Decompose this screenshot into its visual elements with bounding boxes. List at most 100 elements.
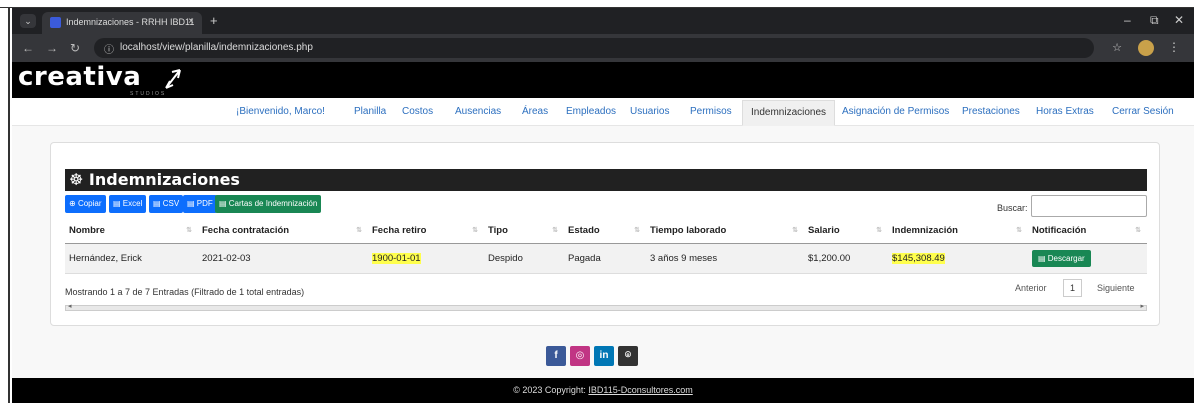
browser-window: ⌄ Indemnizaciones - RRHH IBD11 × + – ⧉ ✕… [12, 8, 1194, 403]
col-tiempo-laborado[interactable]: Tiempo laborado ⇅ [646, 219, 804, 244]
col-estado[interactable]: Estado ⇅ [564, 219, 646, 244]
col-nombre[interactable]: Nombre ⇅ [65, 219, 198, 244]
indemnizaciones-card: ☸ Indemnizaciones ⊕ Copiar ▤ Excel ▤ CSV… [50, 142, 1160, 326]
github-icon[interactable]: ⌾ [618, 346, 638, 366]
rocket-logo-icon [165, 69, 181, 89]
search-label: Buscar: [997, 203, 1028, 213]
copy-button[interactable]: ⊕ Copiar [65, 195, 106, 213]
facebook-icon[interactable]: f [546, 346, 566, 366]
footer: © 2023 Copyright: IBD115-Dconsultores.co… [12, 378, 1194, 403]
excel-button[interactable]: ▤ Excel [109, 195, 147, 213]
indemnizaciones-table: Nombre ⇅ Fecha contratación ⇅ Fecha retiro… [65, 219, 1147, 274]
nav-empleados[interactable]: Empleados [566, 106, 616, 117]
scroll-right-icon[interactable]: ▸ [1140, 302, 1144, 310]
col-notificacion-label: Notificación [1032, 225, 1087, 237]
sort-icon: ⇅ [792, 227, 798, 234]
nav-planilla[interactable]: Planilla [354, 106, 386, 117]
scroll-left-icon[interactable]: ◂ [68, 302, 72, 310]
col-estado-label: Estado [568, 225, 600, 237]
pdf-label: PDF [196, 199, 213, 208]
cell-notificacion: ▤ Descargar [1028, 243, 1147, 274]
download-label: Descargar [1047, 253, 1085, 263]
site-logo[interactable]: creativa [18, 62, 141, 92]
pagination-page[interactable]: 1 [1063, 279, 1083, 297]
reload-icon[interactable]: ↻ [70, 41, 80, 55]
tab-search-icon[interactable]: ⌄ [20, 14, 36, 28]
copy-label: Copiar [77, 199, 102, 208]
nav-ausencias[interactable]: Ausencias [455, 106, 501, 117]
nav-costos[interactable]: Costos [402, 106, 433, 117]
sort-icon: ⇅ [1135, 227, 1141, 234]
site-header: creativa STUDIOS [12, 62, 1194, 98]
copyright-link[interactable]: IBD115-Dconsultores.com [588, 385, 692, 395]
nav-cerrar-sesion[interactable]: Cerrar Sesión [1112, 106, 1174, 117]
col-fecha-retiro[interactable]: Fecha retiro ⇅ [368, 219, 484, 244]
table-info: Mostrando 1 a 7 de 7 Entradas (Filtrado … [65, 287, 305, 297]
sort-icon: ⇅ [552, 227, 558, 234]
address-bar: ← → ↻ ⓘ localhost/view/planilla/indemniz… [12, 34, 1194, 62]
col-tiempo-label: Tiempo laborado [650, 225, 727, 237]
forward-icon[interactable]: → [46, 41, 58, 55]
site-info-icon[interactable]: ⓘ [104, 41, 114, 56]
top-strip [0, 0, 1194, 8]
bookmark-star-icon[interactable]: ☆ [1112, 41, 1122, 54]
col-salario[interactable]: Salario ⇅ [804, 219, 888, 244]
col-fecha-contratacion[interactable]: Fecha contratación ⇅ [198, 219, 368, 244]
nav-indemnizaciones[interactable]: Indemnizaciones [742, 100, 836, 126]
page-title: ☸ Indemnizaciones [65, 169, 1147, 191]
col-tipo[interactable]: Tipo ⇅ [484, 219, 564, 244]
sort-icon: ⇅ [1016, 227, 1022, 234]
browser-menu-icon[interactable]: ⋮ [1168, 40, 1180, 54]
url-text: localhost/view/planilla/indemnizaciones.… [120, 42, 313, 53]
cartas-indemnizacion-button[interactable]: ▤ Cartas de Indemnización [215, 195, 322, 213]
nav-permisos[interactable]: Permisos [690, 106, 732, 117]
fecha-retiro-highlight: 1900-01-01 [372, 252, 421, 264]
pagination-previous[interactable]: Anterior [1015, 283, 1047, 293]
close-window-icon[interactable]: ✕ [1174, 13, 1184, 27]
tab-bar: ⌄ Indemnizaciones - RRHH IBD11 × + – ⧉ ✕ [12, 8, 1194, 34]
cell-fecha-retiro: 1900-01-01 [368, 243, 484, 274]
nav-usuarios[interactable]: Usuarios [630, 106, 669, 117]
col-indemnizacion[interactable]: Indemnización ⇅ [888, 219, 1028, 244]
download-button[interactable]: ▤ Descargar [1032, 249, 1091, 267]
cell-salario: $1,200.00 [804, 243, 888, 274]
tab-close-icon[interactable]: × [188, 16, 194, 27]
screenshot-frame: ⌄ Indemnizaciones - RRHH IBD11 × + – ⧉ ✕… [0, 0, 1194, 403]
main-content: ☸ Indemnizaciones ⊕ Copiar ▤ Excel ▤ CSV… [12, 126, 1194, 338]
col-tipo-label: Tipo [488, 225, 508, 237]
tab-title: Indemnizaciones - RRHH IBD11 [66, 17, 195, 27]
profile-avatar[interactable] [1138, 40, 1154, 56]
csv-button[interactable]: ▤ CSV [149, 195, 184, 213]
sort-icon: ⇅ [876, 227, 882, 234]
sort-icon: ⇅ [356, 227, 362, 234]
url-input[interactable]: ⓘ localhost/view/planilla/indemnizacione… [94, 38, 1094, 58]
cell-fecha-contratacion: 2021-02-03 [198, 243, 368, 274]
site-logo-subtitle: STUDIOS [130, 91, 167, 97]
cartas-label: Cartas de Indemnización [228, 199, 318, 208]
nav-welcome[interactable]: ¡Bienvenido, Marco! [236, 106, 325, 117]
pagination-next[interactable]: Siguiente [1097, 283, 1135, 293]
horizontal-scrollbar[interactable]: ◂ ▸ [65, 302, 1147, 311]
search-input[interactable] [1031, 195, 1147, 217]
sort-icon: ⇅ [472, 227, 478, 234]
nav-prestaciones[interactable]: Prestaciones [962, 106, 1020, 117]
back-icon[interactable]: ← [22, 41, 34, 55]
nav-areas[interactable]: Áreas [522, 106, 548, 117]
cell-estado: Pagada [564, 243, 646, 274]
indemnizacion-highlight: $145,308.49 [892, 252, 945, 264]
new-tab-icon[interactable]: + [210, 13, 218, 28]
cell-tipo: Despido [484, 243, 564, 274]
browser-tab[interactable]: Indemnizaciones - RRHH IBD11 × [42, 12, 202, 34]
instagram-icon[interactable]: ◎ [570, 346, 590, 366]
social-bar: f ◎ in ⌾ [12, 338, 1194, 378]
sort-icon: ⇅ [634, 227, 640, 234]
col-nombre-label: Nombre [69, 225, 105, 237]
nav-horas-extras[interactable]: Horas Extras [1036, 106, 1094, 117]
nav-asignacion-permisos[interactable]: Asignación de Permisos [842, 106, 949, 117]
restore-icon[interactable]: ⧉ [1150, 13, 1159, 28]
pdf-button[interactable]: ▤ PDF [183, 195, 217, 213]
col-fecha-retiro-label: Fecha retiro [372, 225, 427, 237]
minimize-icon[interactable]: – [1124, 13, 1131, 27]
linkedin-icon[interactable]: in [594, 346, 614, 366]
col-notificacion[interactable]: Notificación ⇅ [1028, 219, 1147, 244]
